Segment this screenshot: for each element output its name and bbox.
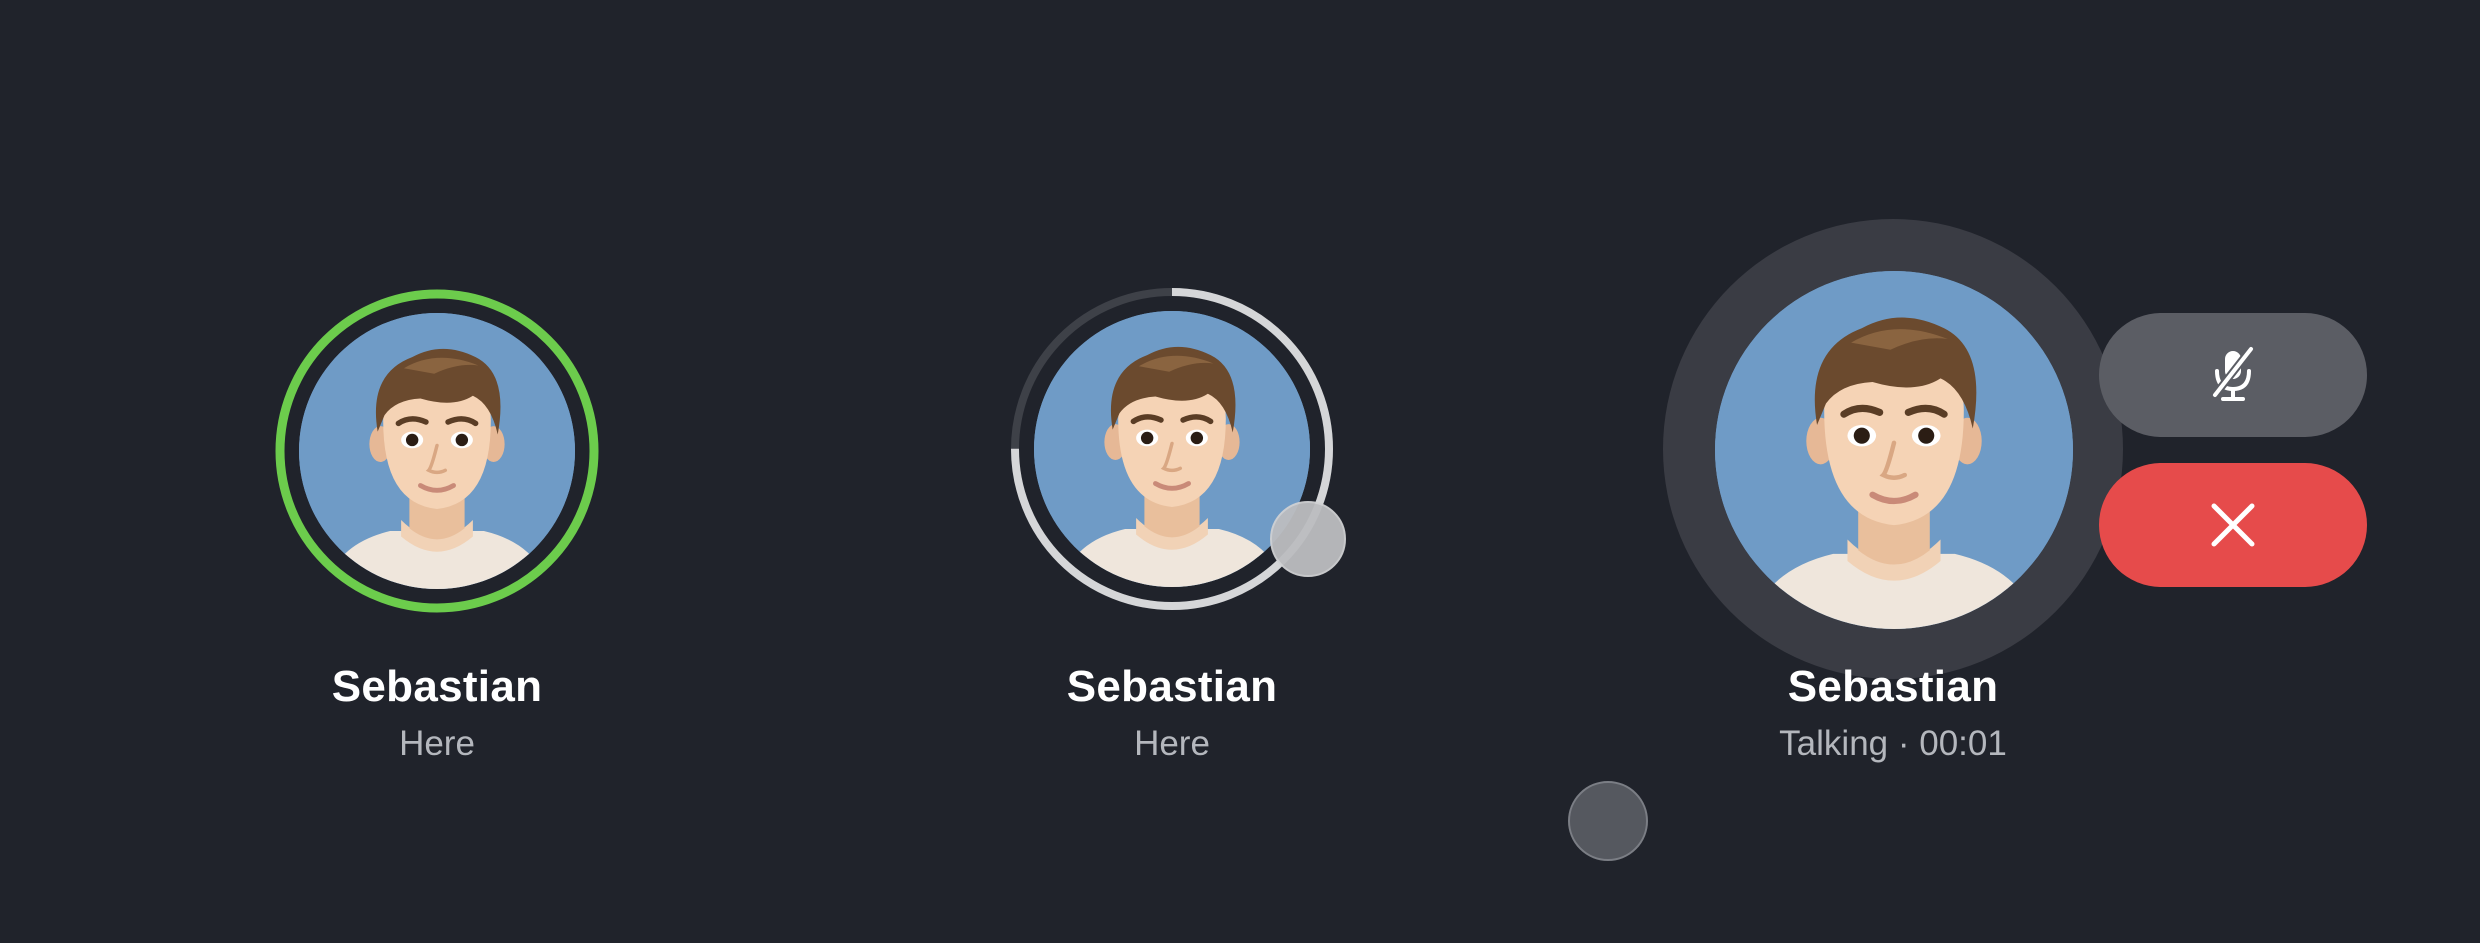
status-indicator-dot [1270, 501, 1346, 577]
end-call-button[interactable] [2099, 463, 2367, 587]
avatar [299, 313, 575, 589]
avatar [1034, 311, 1310, 587]
close-icon [2211, 503, 2255, 547]
contact-status: Here [399, 724, 475, 763]
floating-handle[interactable] [1568, 781, 1648, 861]
mic-off-icon [2211, 345, 2255, 401]
contact-status: Talking · 00:01 [1779, 724, 2007, 763]
contact-name: Sebastian [1787, 662, 1999, 711]
contact-name: Sebastian [1066, 662, 1278, 711]
mute-button[interactable] [2099, 313, 2367, 437]
contact-status: Here [1134, 724, 1210, 763]
call-screen: Sebastian Here Sebastian Here Sebastian … [0, 0, 2480, 943]
avatar [1715, 271, 2073, 629]
contact-name: Sebastian [331, 662, 543, 711]
